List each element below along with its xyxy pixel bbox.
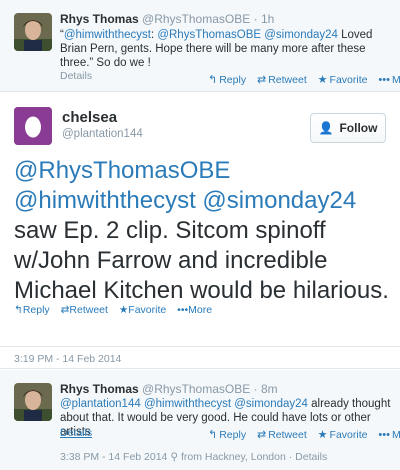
tweet-actions: ↰Reply ⇄Retweet ★Favorite •••More <box>14 304 220 316</box>
avatar[interactable] <box>14 383 52 421</box>
retweet-button[interactable]: ⇄Retweet <box>61 304 108 316</box>
mention-link[interactable]: @himwiththecyst <box>144 398 231 410</box>
tweet-header: Rhys Thomas @RhysThomasOBE · 1h <box>60 12 275 26</box>
handle[interactable]: @plantation144 <box>62 128 143 140</box>
reply-tweet-top: Rhys Thomas @RhysThomasOBE · 1h “@himwit… <box>0 0 400 92</box>
tweet-timestamp-row: 3:19 PM - 14 Feb 2014 <box>0 347 400 369</box>
more-button[interactable]: •••More <box>378 74 400 86</box>
mention-link[interactable]: @plantation144 <box>60 398 141 410</box>
tweet-actions: ↰Reply ⇄Retweet ★Favorite •••More <box>200 73 400 86</box>
tweet-text: “@himwiththecyst: @RhysThomasOBE @simond… <box>60 29 373 69</box>
mention-link[interactable]: @simonday24 <box>202 187 356 214</box>
tweet-text: @RhysThomasOBE @himwiththecyst @simonday… <box>14 157 389 304</box>
mention-link[interactable]: @simonday24 <box>234 398 308 410</box>
follow-button[interactable]: 👤 Follow <box>310 113 386 143</box>
mention-link[interactable]: @RhysThomasOBE <box>14 157 230 184</box>
reply-arrow-icon: ↰ <box>14 304 23 316</box>
tweet-header: Rhys Thomas @RhysThomasOBE · 8m <box>60 382 278 396</box>
timestamp[interactable]: 1h <box>261 12 274 26</box>
fullname[interactable]: Rhys Thomas <box>60 12 139 26</box>
more-button[interactable]: •••More <box>177 304 212 316</box>
add-user-icon: 👤 <box>318 121 334 135</box>
timestamp[interactable]: 3:38 PM - 14 Feb 2014 <box>60 451 167 463</box>
mention-link[interactable]: @RhysThomasOBE <box>157 29 261 41</box>
star-icon: ★ <box>317 74 328 86</box>
avatar-photo-icon <box>14 13 52 51</box>
mention-link[interactable]: @himwiththecyst <box>14 187 196 214</box>
handle[interactable]: @RhysThomasOBE <box>142 382 250 396</box>
retweet-button[interactable]: ⇄Retweet <box>257 74 307 86</box>
more-dots-icon: ••• <box>378 74 390 86</box>
follow-label: Follow <box>339 121 378 135</box>
reply-arrow-icon: ↰ <box>208 429 218 441</box>
location[interactable]: from Hackney, London <box>181 451 286 463</box>
more-dots-icon: ••• <box>378 429 390 441</box>
star-icon: ★ <box>118 304 129 316</box>
timestamp[interactable]: 3:19 PM - 14 Feb 2014 <box>14 353 121 365</box>
more-button[interactable]: •••More <box>378 429 400 441</box>
main-tweet: chelsea @plantation144 👤 Follow @RhysTho… <box>0 93 400 347</box>
fullname[interactable]: chelsea <box>62 109 117 126</box>
fullname[interactable]: Rhys Thomas <box>60 382 139 396</box>
details-link[interactable]: Details <box>60 427 92 439</box>
avatar[interactable] <box>14 107 52 145</box>
mention-link[interactable]: @simonday24 <box>264 29 338 41</box>
reply-button[interactable]: ↰Reply <box>208 74 246 86</box>
mention-link[interactable]: @himwiththecyst <box>64 29 151 41</box>
star-icon: ★ <box>317 429 328 441</box>
egg-avatar-icon <box>14 107 52 145</box>
location-pin-icon: ⚲ <box>170 451 181 463</box>
retweet-button[interactable]: ⇄Retweet <box>257 429 307 441</box>
reply-tweet: Rhys Thomas @RhysThomasOBE · 8m @plantat… <box>0 370 400 470</box>
timestamp[interactable]: 8m <box>261 382 278 396</box>
favorite-button[interactable]: ★Favorite <box>119 304 166 316</box>
favorite-button[interactable]: ★Favorite <box>318 74 368 86</box>
reply-meta: 3:38 PM - 14 Feb 2014 ⚲ from Hackney, Lo… <box>60 451 328 463</box>
more-dots-icon: ••• <box>177 304 189 316</box>
reply-arrow-icon: ↰ <box>208 74 218 86</box>
tweet-actions: ↰Reply ⇄Retweet ★Favorite •••More <box>200 428 400 441</box>
handle[interactable]: @RhysThomasOBE <box>142 12 250 26</box>
retweet-icon: ⇄ <box>257 74 267 86</box>
avatar-photo-icon <box>14 383 52 421</box>
details-link[interactable]: Details <box>295 451 327 463</box>
retweet-icon: ⇄ <box>257 429 267 441</box>
details-link[interactable]: Details <box>60 70 92 82</box>
avatar[interactable] <box>14 13 52 51</box>
reply-button[interactable]: ↰Reply <box>208 429 246 441</box>
reply-button[interactable]: ↰Reply <box>14 304 50 316</box>
favorite-button[interactable]: ★Favorite <box>318 429 368 441</box>
